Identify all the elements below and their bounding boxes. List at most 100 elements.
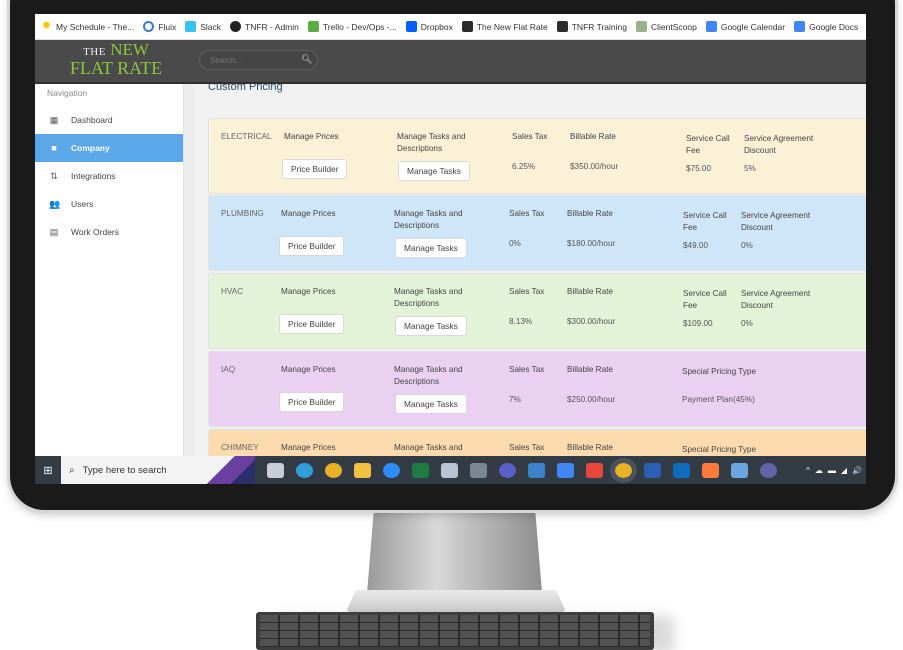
pricing-card-chimney: CHIMNEY Manage Prices Manage Tasks and Des… [208, 429, 866, 456]
sidebar-item-label: Users [71, 199, 94, 209]
bookmark-7[interactable]: TNFR Training [556, 21, 627, 32]
zoom-icon[interactable] [383, 462, 400, 478]
sales-tax-label: Sales Tax [509, 209, 545, 218]
service-agreement-discount-value: 0% [741, 241, 753, 250]
sidebar-item-work-orders[interactable]: ▤ Work Orders [35, 218, 183, 246]
monitor-mockup: ✹ My Schedule - The... Fluix Slack TNFR - Ad… [0, 0, 903, 650]
department-name: HVAC [221, 287, 244, 296]
calculator-icon[interactable] [470, 462, 487, 478]
wifi-icon[interactable]: ◢ [841, 466, 847, 475]
pricing-card-hvac: HVAC Manage Prices Manage Tasks and Descri… [208, 273, 866, 349]
bookmark-6[interactable]: The New Flat Rate [461, 21, 548, 32]
bookmark-label: TNFR Training [571, 21, 627, 32]
outlook-icon[interactable] [673, 462, 690, 478]
teams-icon[interactable] [499, 462, 516, 478]
service-call-fee-value: $75.00 [686, 164, 712, 173]
bookmark-1[interactable]: Fluix [143, 21, 176, 32]
logo-flat-rate: FLAT RATE [69, 58, 163, 78]
manage-tasks-button[interactable]: Manage Tasks [395, 394, 467, 414]
sidebar-item-dashboard[interactable]: ▦ Dashboard [35, 106, 183, 134]
start-button[interactable]: ⊞ [35, 456, 61, 484]
manage-tasks-button[interactable]: Manage Tasks [395, 316, 467, 336]
service-call-fee-label: Service Call Fee [683, 211, 727, 232]
chrome-icon[interactable] [325, 462, 342, 478]
manage-tasks-button[interactable]: Manage Tasks [395, 238, 467, 258]
service-call-fee-value: $109.00 [683, 319, 713, 328]
file-explorer-icon[interactable] [354, 462, 371, 478]
special-pricing-type-value: Payment Plan(45%) [682, 395, 755, 404]
department-name: PLUMBING [221, 209, 264, 218]
logo-new: NEW [110, 40, 149, 59]
price-builder-button[interactable]: Price Builder [279, 314, 345, 334]
sidebar-item-company[interactable]: ■ Company [35, 134, 183, 162]
photos-icon[interactable] [528, 462, 545, 478]
bookmark-10[interactable]: Google Docs [794, 21, 858, 32]
google-calendar-icon[interactable] [557, 462, 574, 478]
show-hidden-icons[interactable]: ^ [806, 466, 810, 475]
gmail-icon[interactable] [586, 462, 603, 478]
tnfr-logo-icon [556, 21, 568, 32]
bookmark-2[interactable]: Slack [185, 21, 221, 32]
bookmark-5[interactable]: Dropbox [405, 21, 453, 32]
arrows-icon: ⇅ [50, 171, 58, 181]
search-highlight-art [203, 456, 255, 484]
volume-icon[interactable]: 🔊 [852, 466, 862, 475]
sidebar-item-users[interactable]: 👥 Users [35, 190, 183, 218]
windows-taskbar: ⊞ ⌕ Type here to search ^ ☁ ▬ ◢ 🔊 [35, 456, 866, 484]
dashboard-icon: ▦ [49, 115, 59, 125]
price-builder-button[interactable]: Price Builder [279, 392, 345, 412]
special-pricing-type-label: Special Pricing Type [682, 445, 757, 454]
navigation-label: Navigation [47, 88, 88, 98]
onedrive-icon[interactable]: ☁ [815, 466, 823, 475]
teams-classic-icon[interactable] [760, 462, 777, 478]
manage-prices-label: Manage Prices [281, 287, 336, 296]
search-icon[interactable]: 🔍︎ [301, 54, 312, 64]
manage-prices-label: Manage Prices [281, 443, 336, 452]
trello-icon [307, 21, 319, 32]
paint-icon[interactable] [731, 462, 748, 478]
price-builder-button[interactable]: Price Builder [279, 236, 345, 256]
bookmark-label: Dropbox [420, 21, 453, 32]
manage-tasks-label: Manage Tasks and Descriptions [394, 365, 463, 386]
monitor-stand [367, 508, 542, 593]
taskbar-search[interactable]: ⌕ Type here to search [61, 456, 203, 484]
task-view-icon[interactable] [267, 462, 284, 478]
bookmark-9[interactable]: Google Calendar [705, 21, 786, 32]
price-builder-button[interactable]: Price Builder [282, 159, 348, 179]
service-call-fee-label: Service Call Fee [686, 134, 730, 155]
chrome-active-icon[interactable] [610, 457, 637, 483]
sidebar-item-integrations[interactable]: ⇅ Integrations [35, 162, 183, 190]
billable-rate-label: Billable Rate [567, 209, 613, 218]
manage-prices-label: Manage Prices [281, 365, 336, 374]
tnfr-light-icon [636, 21, 647, 32]
search-icon: ⌕ [69, 464, 75, 476]
billable-rate-label: Billable Rate [567, 287, 613, 296]
bookmark-3[interactable]: TNFR - Admin [230, 21, 299, 32]
bookmark-4[interactable]: Trello - Dev/Ops -... [307, 21, 397, 32]
billable-rate-value: $300.00/hour [567, 317, 616, 326]
page-title: Custom Pricing [208, 84, 283, 93]
pricing-card-plumbing: PLUMBING Manage Prices Manage Tasks and De… [208, 195, 866, 271]
word-icon[interactable] [644, 462, 661, 478]
service-agreement-discount-label: Service Agreement Discount [741, 289, 811, 310]
sales-tax-label: Sales Tax [512, 132, 548, 141]
logo-the: THE [83, 46, 106, 58]
briefcase-icon: ■ [51, 143, 57, 153]
hubspot-icon[interactable] [702, 462, 719, 478]
manage-prices-label: Manage Prices [281, 209, 336, 218]
bookmark-0[interactable]: ✹ My Schedule - The... [41, 21, 134, 32]
bookmark-8[interactable]: ClientScoop [636, 21, 697, 32]
bookmark-label: TNFR - Admin [245, 21, 299, 32]
logo[interactable]: THE NEW FLAT RATE [61, 40, 171, 78]
manage-tasks-button[interactable]: Manage Tasks [398, 161, 470, 181]
sales-tax-value: 6.25% [512, 162, 536, 171]
scrollbar-gutter[interactable] [184, 84, 194, 456]
snipping-icon[interactable] [441, 462, 458, 478]
battery-icon[interactable]: ▬ [828, 466, 836, 475]
billable-rate-label: Billable Rate [567, 443, 613, 452]
fluix-ring-icon [143, 21, 155, 32]
bookmark-label: Google Calendar [720, 21, 786, 32]
excel-icon[interactable] [412, 462, 429, 478]
edge-icon[interactable] [296, 462, 313, 478]
sales-tax-value: 8.13% [509, 317, 533, 326]
